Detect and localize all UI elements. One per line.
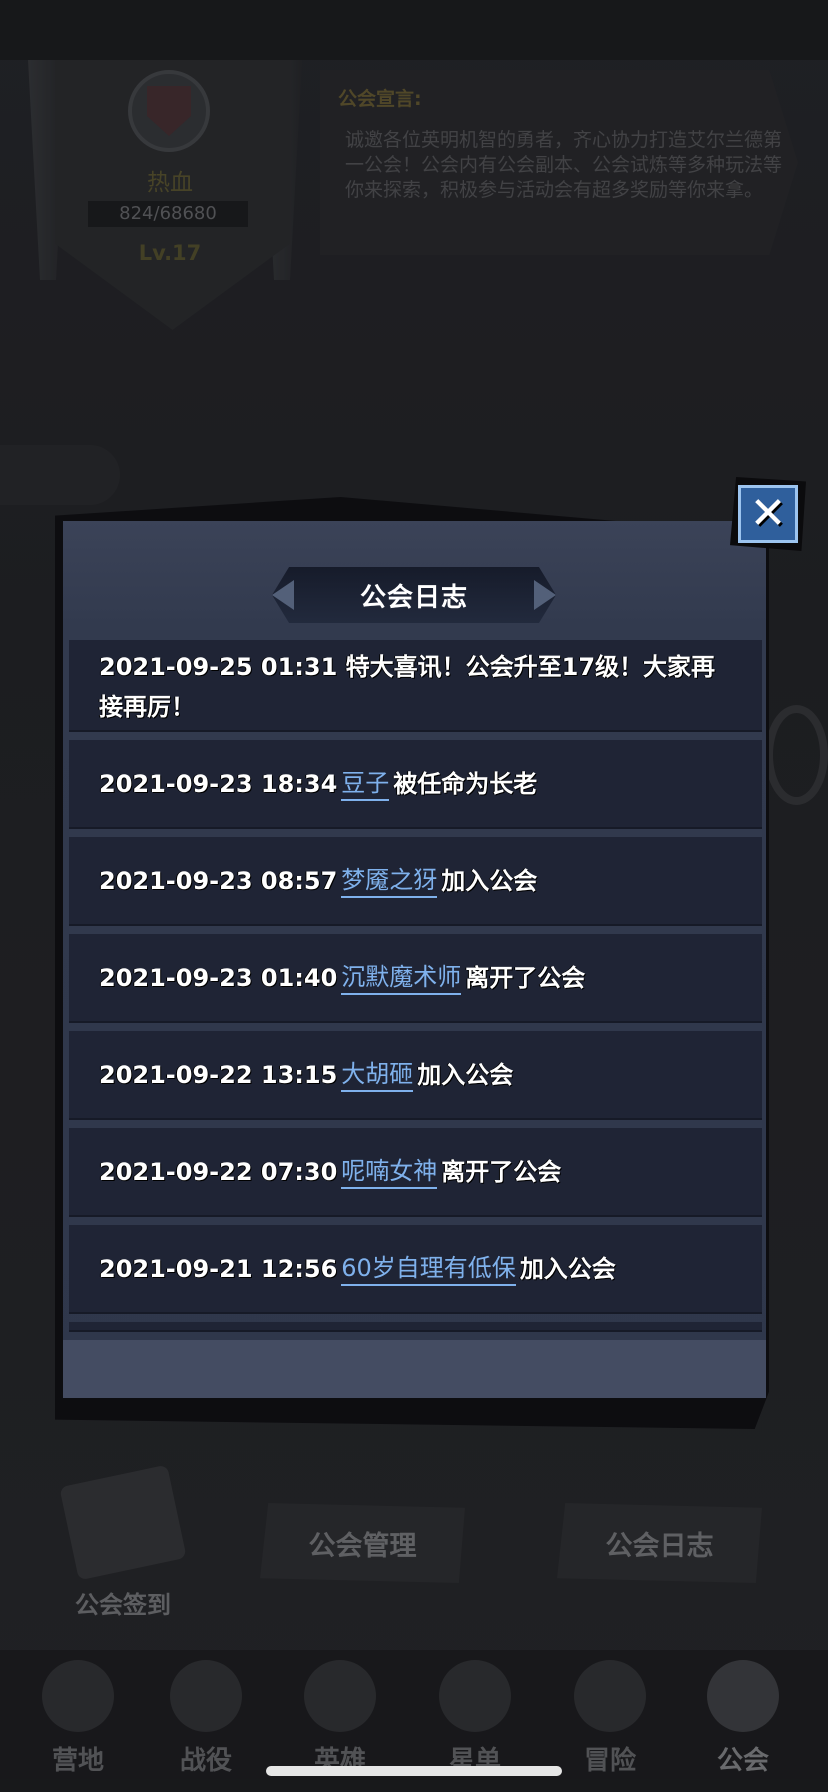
close-button[interactable]: ✕ bbox=[730, 477, 806, 551]
member-name-link[interactable]: 呢喃女神 bbox=[341, 1155, 438, 1189]
log-time: 2021-09-25 01:31 bbox=[99, 653, 338, 681]
log-time: 2021-09-23 01:40 bbox=[99, 963, 338, 992]
list-item: 2021-09-22 13:15 大胡砸 加入公会 bbox=[69, 1031, 762, 1120]
log-time: 2021-09-23 08:57 bbox=[99, 866, 338, 895]
member-name-link[interactable]: 豆子 bbox=[341, 767, 390, 801]
log-action: 离开了公会 bbox=[465, 963, 586, 992]
modal-footer bbox=[63, 1340, 766, 1398]
list-item: 2021-09-22 07:30 呢喃女神 离开了公会 bbox=[69, 1128, 762, 1217]
log-action: 离开了公会 bbox=[441, 1157, 562, 1186]
member-name-link[interactable]: 梦魇之犽 bbox=[341, 864, 438, 898]
log-time: 2021-09-22 13:15 bbox=[99, 1060, 338, 1089]
home-indicator[interactable] bbox=[266, 1766, 562, 1776]
member-name-link[interactable]: 大胡砸 bbox=[341, 1058, 414, 1092]
list-item-partial bbox=[69, 1322, 762, 1332]
log-action: 被任命为长老 bbox=[393, 769, 538, 798]
log-time: 2021-09-21 12:56 bbox=[99, 1254, 338, 1283]
log-action: 加入公会 bbox=[519, 1254, 616, 1283]
log-action: 加入公会 bbox=[417, 1060, 514, 1089]
list-item: 2021-09-25 01:31 特大喜讯！公会升至17级！大家再接再厉！ bbox=[69, 640, 762, 732]
log-action: 加入公会 bbox=[441, 866, 538, 895]
log-list[interactable]: 2021-09-25 01:31 特大喜讯！公会升至17级！大家再接再厉！ 20… bbox=[69, 640, 762, 1340]
close-icon: ✕ bbox=[749, 488, 787, 539]
list-item: 2021-09-23 18:34 豆子 被任命为长老 bbox=[69, 740, 762, 829]
member-name-link[interactable]: 沉默魔术师 bbox=[341, 961, 462, 995]
modal-title: 公会日志 bbox=[272, 567, 556, 623]
log-entry-text: 2021-09-25 01:31 特大喜讯！公会升至17级！大家再接再厉！ bbox=[99, 647, 732, 727]
list-item: 2021-09-21 12:56 60岁自理有低保 加入公会 bbox=[69, 1225, 762, 1314]
log-time: 2021-09-22 07:30 bbox=[99, 1157, 338, 1186]
log-time: 2021-09-23 18:34 bbox=[99, 769, 338, 798]
member-name-link[interactable]: 60岁自理有低保 bbox=[341, 1252, 516, 1286]
list-item: 2021-09-23 01:40 沉默魔术师 离开了公会 bbox=[69, 934, 762, 1023]
list-item: 2021-09-23 08:57 梦魇之犽 加入公会 bbox=[69, 837, 762, 926]
